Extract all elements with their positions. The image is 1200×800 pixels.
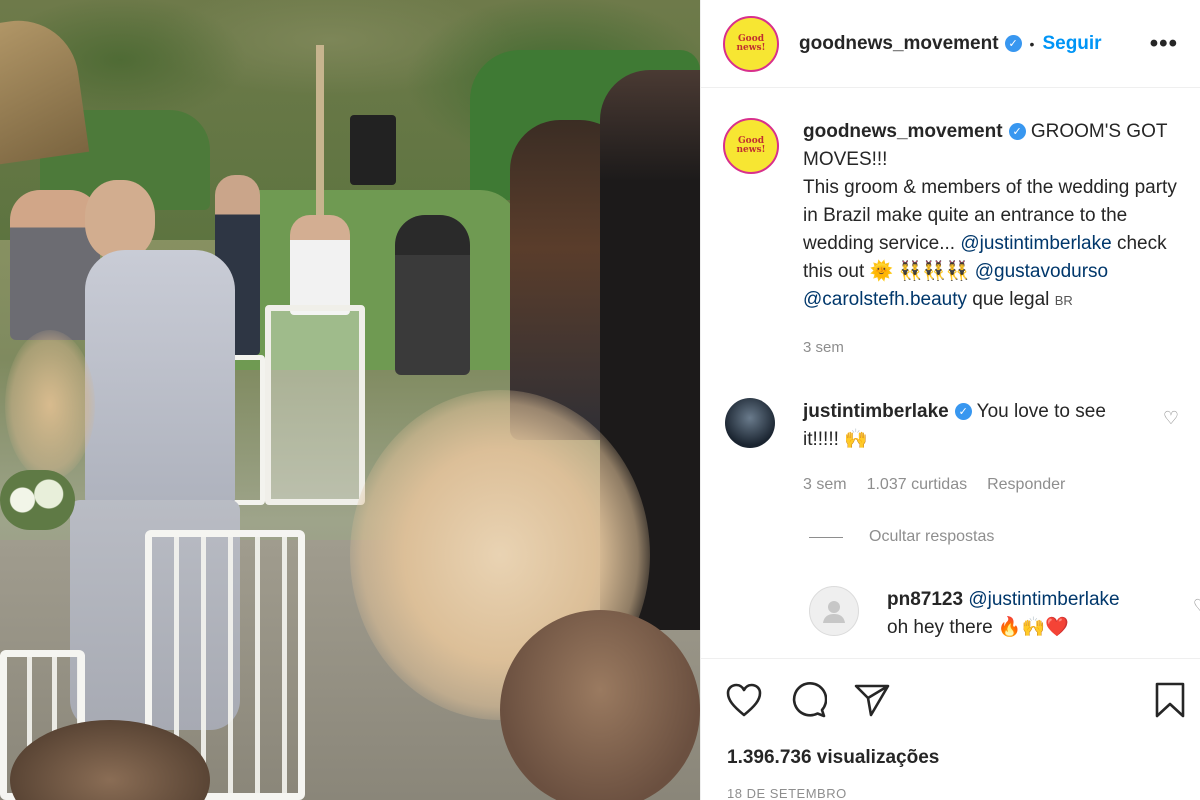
reply-mention-link[interactable]: @justintimberlake xyxy=(968,589,1119,610)
share-paper-plane-icon[interactable] xyxy=(853,682,891,718)
comment-username[interactable]: justintimberlake xyxy=(803,401,949,422)
separator-dot: • xyxy=(1029,35,1035,52)
photographer xyxy=(395,215,470,375)
comment-body: justintimberlake ✓ You love to see it!!!!… xyxy=(803,398,1133,454)
reply-username[interactable]: pn87123 xyxy=(887,589,963,610)
reply-body: pn87123 @justintimberlake oh hey there 🔥… xyxy=(887,586,1157,642)
more-options-icon[interactable]: ••• xyxy=(1150,30,1178,58)
caption-avatar[interactable]: Good news! xyxy=(723,118,779,174)
reply-avatar-placeholder[interactable] xyxy=(809,586,859,636)
reply-like-heart-icon[interactable]: ♡ xyxy=(1193,596,1200,617)
flag-br: BR xyxy=(1054,293,1073,308)
caption-username[interactable]: goodnews_movement xyxy=(803,121,1003,142)
caption-tail: que legal xyxy=(967,289,1055,310)
post-actions-bar: 1.396.736 visualizações 18 DE SETEMBRO xyxy=(701,658,1200,800)
profile-avatar[interactable]: Good news! xyxy=(723,15,779,72)
guest-head-foreground xyxy=(500,610,700,800)
views-count[interactable]: 1.396.736 visualizações xyxy=(727,747,939,769)
post-side-panel: Good news! goodnews_movement ✓ • Seguir … xyxy=(700,0,1200,800)
mention-link-justintimberlake[interactable]: @justintimberlake xyxy=(960,233,1111,254)
comment-likes-count[interactable]: 1.037 curtidas xyxy=(867,476,968,494)
comment-item: justintimberlake ✓ You love to see it!!!!… xyxy=(725,398,1195,454)
groom-head xyxy=(85,180,155,260)
hide-replies-line xyxy=(809,536,843,538)
post-date[interactable]: 18 DE SETEMBRO xyxy=(727,786,847,800)
caption-verified-badge-icon: ✓ xyxy=(1008,123,1026,141)
avatar-logo-text: Good news! xyxy=(736,33,766,53)
white-flowers xyxy=(0,470,75,530)
reply-text: oh hey there 🔥🙌❤️ xyxy=(887,617,1069,638)
follow-button[interactable]: Seguir xyxy=(1042,33,1101,55)
comment-bubble-icon[interactable] xyxy=(789,681,827,719)
post-caption: Good news! goodnews_movement ✓ GROOM'S GO… xyxy=(723,118,1193,315)
action-icons xyxy=(725,681,891,719)
hide-replies-button[interactable]: Ocultar respostas xyxy=(809,528,994,546)
white-bench xyxy=(265,305,365,505)
post-media-video[interactable] xyxy=(0,0,700,800)
speaker xyxy=(350,115,396,185)
comment-timestamp[interactable]: 3 sem xyxy=(803,476,847,494)
reply-item: pn87123 @justintimberlake oh hey there 🔥… xyxy=(809,586,1200,642)
commenter-avatar[interactable] xyxy=(725,398,775,448)
groom-suit xyxy=(85,250,235,510)
comment-like-heart-icon[interactable]: ♡ xyxy=(1163,408,1179,429)
mention-link-carolstefh[interactable]: @carolstefh.beauty xyxy=(803,289,967,310)
caption-text: goodnews_movement ✓ GROOM'S GOT MOVES!!! … xyxy=(803,118,1193,315)
pampas-grass-left xyxy=(5,330,95,480)
like-heart-icon[interactable] xyxy=(725,682,763,718)
post-header: Good news! goodnews_movement ✓ • Seguir … xyxy=(701,0,1200,88)
caption-timestamp[interactable]: 3 sem xyxy=(803,339,844,356)
verified-badge-icon: ✓ xyxy=(1004,35,1022,52)
guest-white-shirt xyxy=(290,215,350,315)
comment-verified-badge-icon: ✓ xyxy=(954,403,972,421)
comment-meta: 3 sem 1.037 curtidas Responder xyxy=(803,476,1065,494)
post-username[interactable]: goodnews_movement xyxy=(799,33,999,55)
mention-link-gustavodurso[interactable]: @gustavodurso xyxy=(975,261,1108,282)
reply-button[interactable]: Responder xyxy=(987,476,1065,494)
caption-avatar-logo-text: Good news! xyxy=(736,136,766,155)
save-bookmark-icon[interactable] xyxy=(1153,681,1187,719)
default-user-icon xyxy=(823,601,845,623)
hide-replies-label: Ocultar respostas xyxy=(869,528,995,545)
